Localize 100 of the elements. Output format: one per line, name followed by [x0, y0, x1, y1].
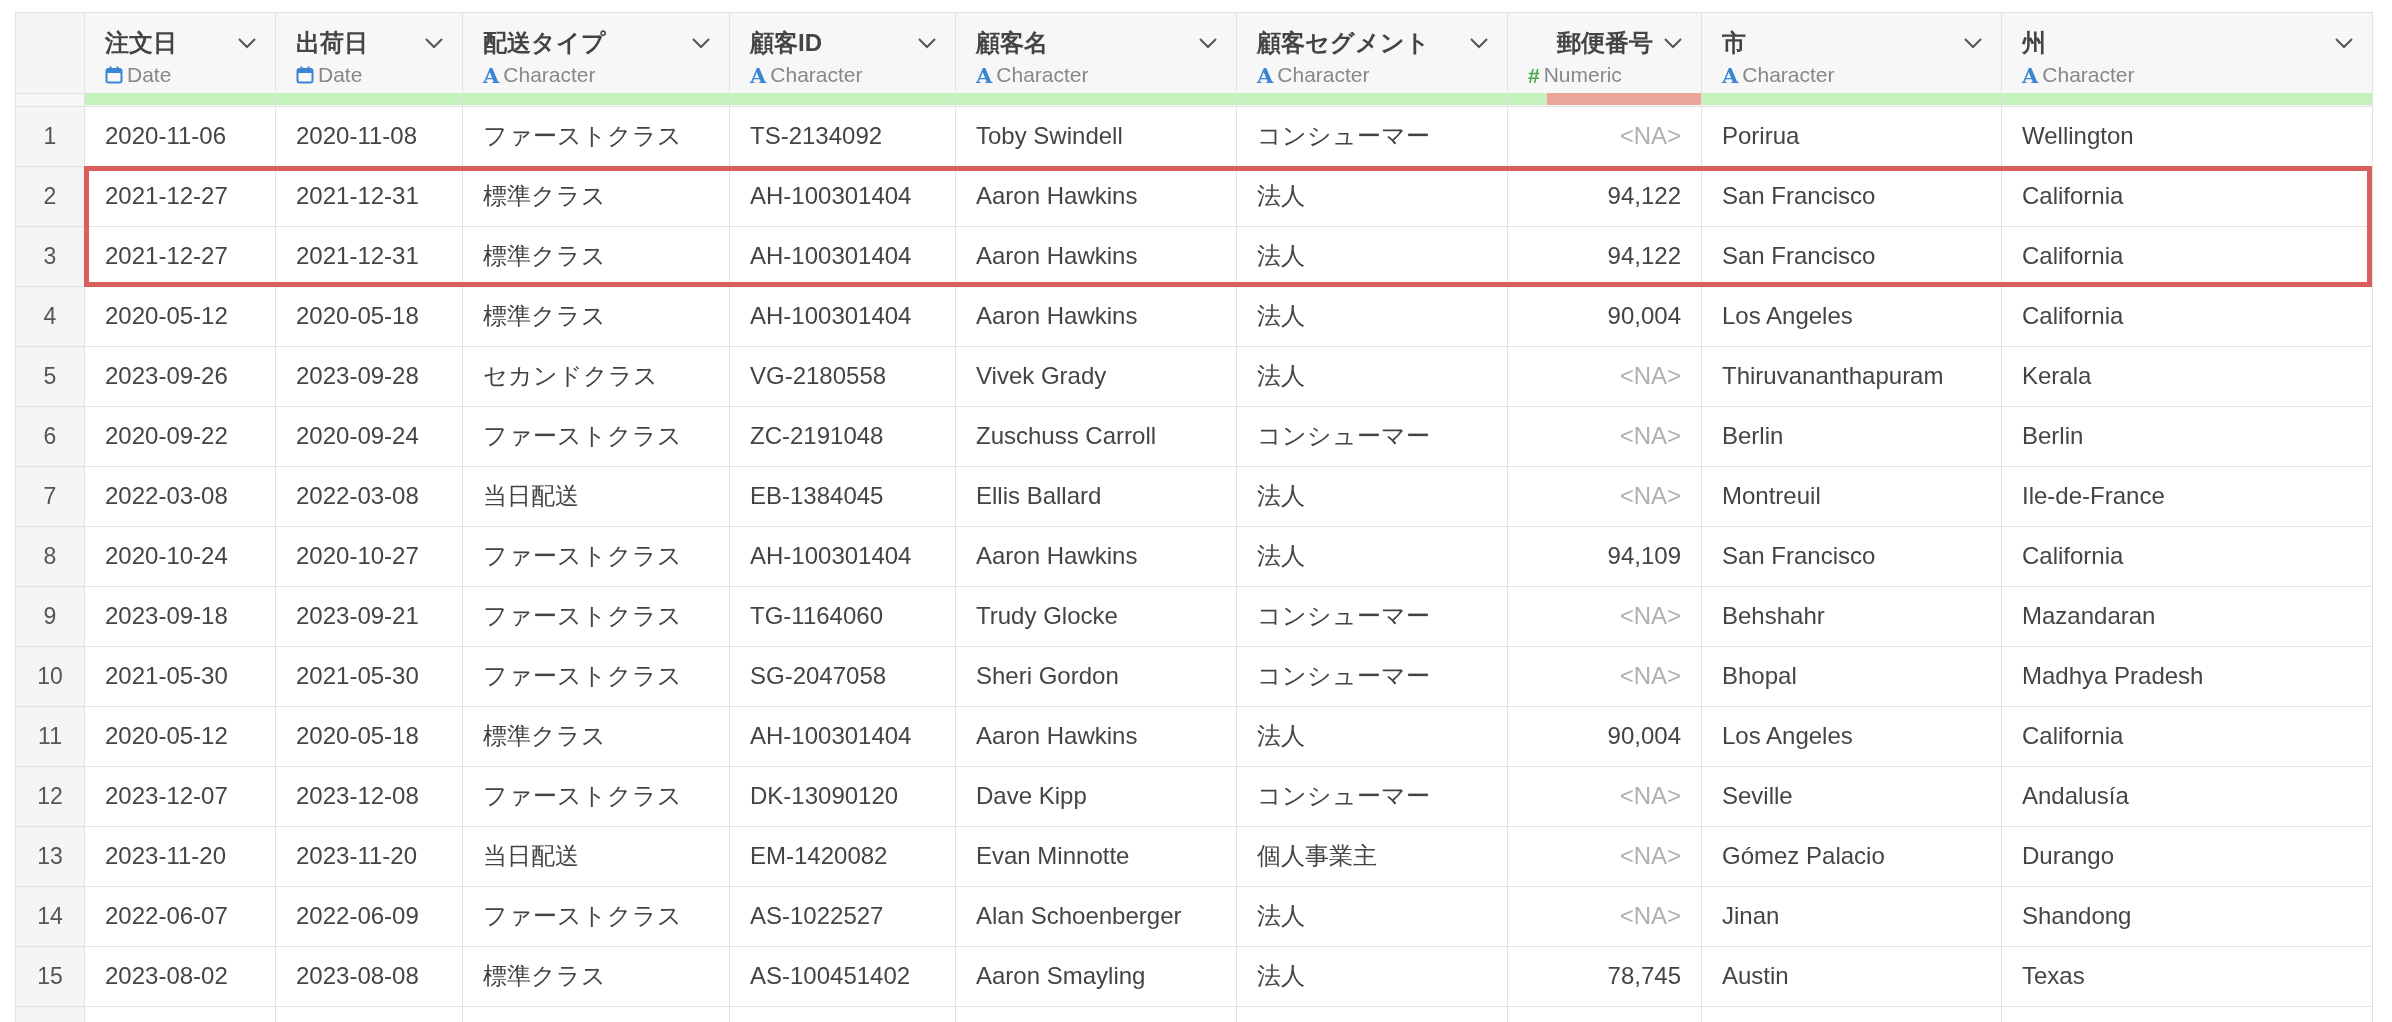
- table-cell: 2020-05-18: [275, 286, 463, 346]
- table-cell: Madhya Pradesh: [2001, 646, 2373, 706]
- table-cell: 2023-08-02: [84, 946, 276, 1006]
- table-cell: コンシューマー: [1236, 766, 1508, 826]
- letter-a-icon: A: [976, 64, 993, 86]
- row-number: 5: [15, 346, 85, 406]
- table-cell: セカンドクラス: [462, 346, 730, 406]
- table-cell: 法人: [1236, 346, 1508, 406]
- letter-a-icon: A: [2022, 64, 2039, 86]
- column-name: 出荷日: [296, 28, 368, 58]
- table-cell: ファーストクラス: [462, 886, 730, 946]
- table-cell: 2023-11-20: [275, 826, 463, 886]
- table-cell: Gómez Palacio: [1701, 826, 2002, 886]
- column-name: 顧客セグメント: [1257, 28, 1430, 58]
- table-cell: Vivek Grady: [955, 346, 1237, 406]
- table-cell: 78,745: [1507, 946, 1702, 1006]
- table-cell: Austin: [1701, 946, 2002, 1006]
- table-cell: <NA>: [1507, 646, 1702, 706]
- table-cell: Dave Kipp: [955, 766, 1237, 826]
- chevron-down-icon[interactable]: [1963, 37, 1983, 49]
- table-cell: AS-1022527: [729, 886, 956, 946]
- table-cell: Montreuil: [1701, 466, 2002, 526]
- table-cell: Ile-de-France: [2001, 466, 2373, 526]
- column-header[interactable]: 配送タイプ A Character: [462, 12, 730, 93]
- table-cell: 2022-03-08: [84, 466, 276, 526]
- table-cell: Aaron Hawkins: [955, 706, 1237, 766]
- column-header[interactable]: 注文日 Date: [84, 12, 276, 93]
- column-header[interactable]: 顧客名 A Character: [955, 12, 1237, 93]
- row-number: 9: [15, 586, 85, 646]
- table-cell: 標準クラス: [462, 706, 730, 766]
- table-cell: 標準クラス: [462, 946, 730, 1006]
- chevron-down-icon[interactable]: [424, 37, 444, 49]
- calendar-icon: [105, 66, 123, 84]
- table-cell: 2023-11-20: [84, 826, 276, 886]
- table-cell: 2023-12-07: [84, 766, 276, 826]
- table-cell: 2021-05-30: [84, 646, 276, 706]
- column-type-label: Character: [503, 63, 596, 87]
- table-cell: Aaron Hawkins: [955, 286, 1237, 346]
- column-name: 顧客名: [976, 28, 1048, 58]
- table-cell: <NA>: [1507, 886, 1702, 946]
- letter-a-icon: A: [1257, 64, 1274, 86]
- table-cell: Bhopal: [1701, 646, 2002, 706]
- table-cell: コンシューマー: [1236, 586, 1508, 646]
- table-cell: Sheri Gordon: [955, 646, 1237, 706]
- table-cell: 個人事業主: [1236, 826, 1508, 886]
- table-cell: ファーストクラス: [462, 406, 730, 466]
- table-cell: 2020-05-18: [275, 706, 463, 766]
- table-cell: コンシューマー: [1236, 646, 1508, 706]
- table-cell: コンシューマー: [1236, 406, 1508, 466]
- chevron-down-icon[interactable]: [1198, 37, 1218, 49]
- chevron-down-icon[interactable]: [1469, 37, 1489, 49]
- row-number: 6: [15, 406, 85, 466]
- chevron-down-icon[interactable]: [917, 37, 937, 49]
- table-cell: Los Angeles: [1701, 706, 2002, 766]
- table-cell: SG-2047058: [729, 646, 956, 706]
- letter-a-icon: A: [1722, 64, 1739, 86]
- row-number: 2: [15, 166, 85, 226]
- table-cell: DK-13090120: [729, 766, 956, 826]
- column-name: 顧客ID: [750, 28, 822, 58]
- table-cell: 当日配送: [462, 826, 730, 886]
- column-header[interactable]: 出荷日 Date: [275, 12, 463, 93]
- table-cell: Aaron Hawkins: [955, 526, 1237, 586]
- table-cell: 法人: [1236, 706, 1508, 766]
- table-cell: 2023-09-21: [275, 586, 463, 646]
- table-cell: 2020-09-24: [275, 406, 463, 466]
- table-cell: Zuschuss Carroll: [955, 406, 1237, 466]
- table-cell: <NA>: [1507, 766, 1702, 826]
- table-cell: Evan Minnotte: [955, 826, 1237, 886]
- table-cell: AH-100301404: [729, 286, 956, 346]
- table-cell: Shandong: [2001, 886, 2373, 946]
- table-cell: VG-2180558: [729, 346, 956, 406]
- table-cell: 2020-10-24: [84, 526, 276, 586]
- table-cell: <NA>: [1507, 406, 1702, 466]
- column-header[interactable]: 郵便番号 # Numeric: [1507, 12, 1702, 93]
- column-header[interactable]: 市 A Character: [1701, 12, 2002, 93]
- column-header[interactable]: 顧客セグメント A Character: [1236, 12, 1508, 93]
- table-cell: 法人: [1236, 886, 1508, 946]
- table-cell: EB-1384045: [729, 466, 956, 526]
- table-cell: Kerala: [2001, 346, 2373, 406]
- column-header[interactable]: 顧客ID A Character: [729, 12, 956, 93]
- chevron-down-icon[interactable]: [1663, 37, 1683, 49]
- column-type-label: Character: [1277, 63, 1370, 87]
- chevron-down-icon[interactable]: [237, 37, 257, 49]
- table-cell: ZC-2191048: [729, 406, 956, 466]
- table-cell: 90,004: [1507, 286, 1702, 346]
- row-number: 15: [15, 946, 85, 1006]
- table-cell: San Francisco: [1701, 526, 2002, 586]
- table-cell: 2020-09-22: [84, 406, 276, 466]
- chevron-down-icon[interactable]: [2334, 37, 2354, 49]
- column-header[interactable]: 州 A Character: [2001, 12, 2373, 93]
- table-cell: 2022-03-08: [275, 466, 463, 526]
- column-type-label: Character: [996, 63, 1089, 87]
- table-cell: ファーストクラス: [462, 766, 730, 826]
- column-name: 配送タイプ: [483, 28, 606, 58]
- row-number: 12: [15, 766, 85, 826]
- column-type-label: Character: [770, 63, 863, 87]
- table-cell: EM-1420082: [729, 826, 956, 886]
- column-type-label: Date: [318, 63, 363, 87]
- chevron-down-icon[interactable]: [691, 37, 711, 49]
- row-number: 13: [15, 826, 85, 886]
